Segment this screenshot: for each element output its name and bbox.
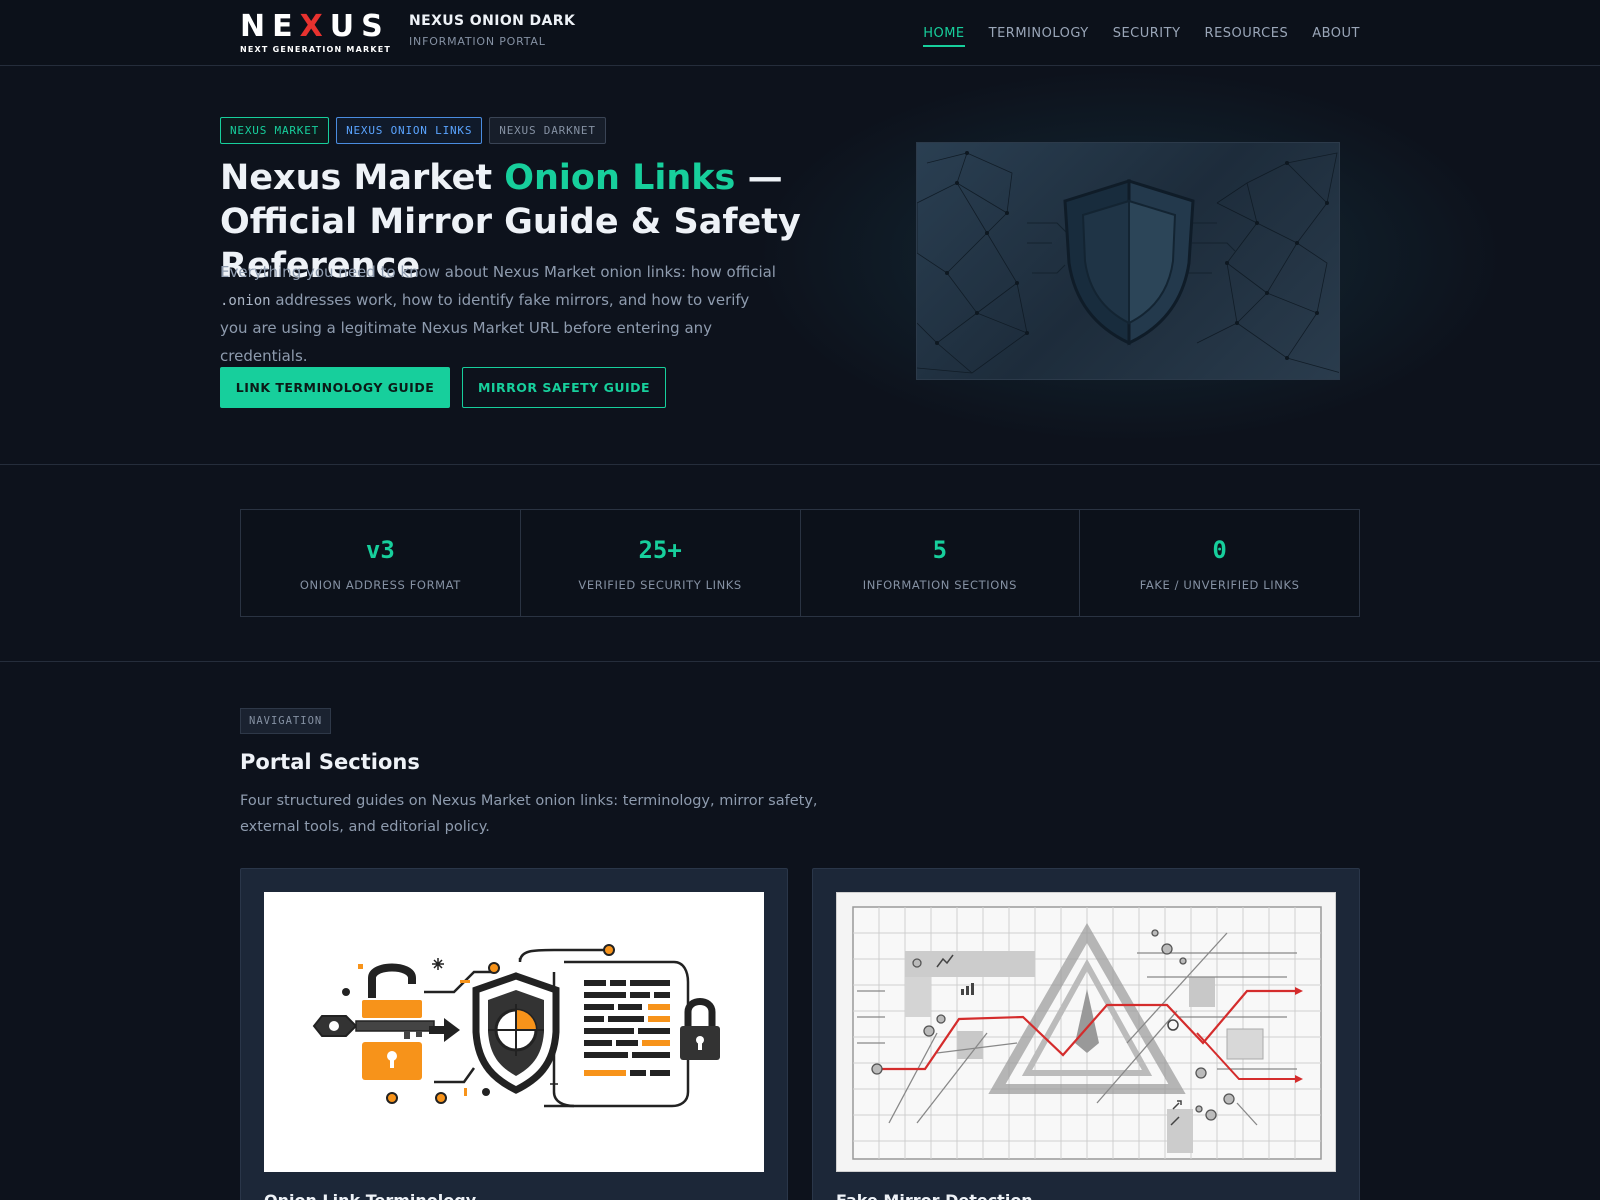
section-title: Portal Sections [240,750,420,774]
card-image-terminology [264,892,764,1172]
stat-value: 25+ [638,536,682,564]
stats-bar: v3 ONION ADDRESS FORMAT 25+ VERIFIED SEC… [240,509,1360,617]
logo-tagline: NEXT GENERATION MARKET [240,45,392,54]
stat-label: VERIFIED SECURITY LINKS [578,578,742,592]
brand-subtitle: INFORMATION PORTAL [409,35,546,48]
stat-value: 5 [932,536,948,564]
shield-network-illustration [917,151,1339,374]
key-icon [312,1015,435,1039]
link-terminology-guide-button[interactable]: LINK TERMINOLOGY GUIDE [220,367,450,408]
hero-description: Everything you need to know about Nexus … [220,263,776,365]
shield-icon [472,972,560,1094]
nav-terminology[interactable]: TERMINOLOGY [989,26,1089,47]
nav-about[interactable]: ABOUT [1312,26,1360,47]
logo-wordmark: NEXUS [240,9,390,44]
hero-section: NEXUS MARKET NEXUS ONION LINKS NEXUS DAR… [0,66,1600,465]
nexus-logo[interactable]: NEXUS NEXT GENERATION MARKET [240,9,398,55]
stat-label: FAKE / UNVERIFIED LINKS [1139,578,1300,592]
card-title: Onion Link Terminology [264,1191,476,1200]
tag-nexus-darknet[interactable]: NEXUS DARKNET [489,117,606,144]
stat-value: 0 [1212,536,1227,564]
brand-title: NEXUS ONION DARK [409,13,576,29]
tag-nexus-onion-links[interactable]: NEXUS ONION LINKS [336,117,483,144]
nav-security[interactable]: SECURITY [1113,26,1181,47]
hero-tags: NEXUS MARKET NEXUS ONION LINKS NEXUS DAR… [220,117,606,144]
main-nav: HOME TERMINOLOGY SECURITY RESOURCES ABOU… [923,26,1360,47]
brand-block: NEXUS ONION DARK INFORMATION PORTAL [409,13,575,48]
tag-nexus-market[interactable]: NEXUS MARKET [220,117,330,144]
card-image-mirror-detection [836,892,1336,1172]
stat-value: v3 [365,536,395,564]
stat-security-links: 25+ VERIFIED SECURITY LINKS [521,510,801,616]
site-header: NEXUS NEXT GENERATION MARKET NEXUS ONION… [0,0,1600,66]
stats-section: v3 ONION ADDRESS FORMAT 25+ VERIFIED SEC… [0,465,1600,662]
section-tag-navigation: NAVIGATION [240,708,332,734]
mirror-safety-guide-button[interactable]: MIRROR SAFETY GUIDE [462,367,666,408]
card-title: Fake Mirror Detection [836,1191,1033,1200]
hero-title-accent: Onion Links [504,158,736,198]
stat-label: INFORMATION SECTIONS [862,578,1017,592]
stat-onion-format: v3 ONION ADDRESS FORMAT [241,510,521,616]
nav-resources[interactable]: RESOURCES [1205,26,1289,47]
nav-home[interactable]: HOME [923,26,965,47]
section-description: Four structured guides on Nexus Market o… [240,793,818,835]
locked-padlock-icon [680,998,720,1060]
key-shield-lock-illustration [312,944,720,1108]
hero-shield-image [916,142,1340,380]
card-fake-mirror-detection[interactable]: Fake Mirror Detection [812,868,1360,1200]
mirror-detection-diagram [852,906,1322,1160]
stat-fake-links: 0 FAKE / UNVERIFIED LINKS [1080,510,1359,616]
stat-information-sections: 5 INFORMATION SECTIONS [801,510,1081,616]
card-onion-link-terminology[interactable]: Onion Link Terminology [240,868,788,1200]
stat-label: ONION ADDRESS FORMAT [299,578,461,592]
